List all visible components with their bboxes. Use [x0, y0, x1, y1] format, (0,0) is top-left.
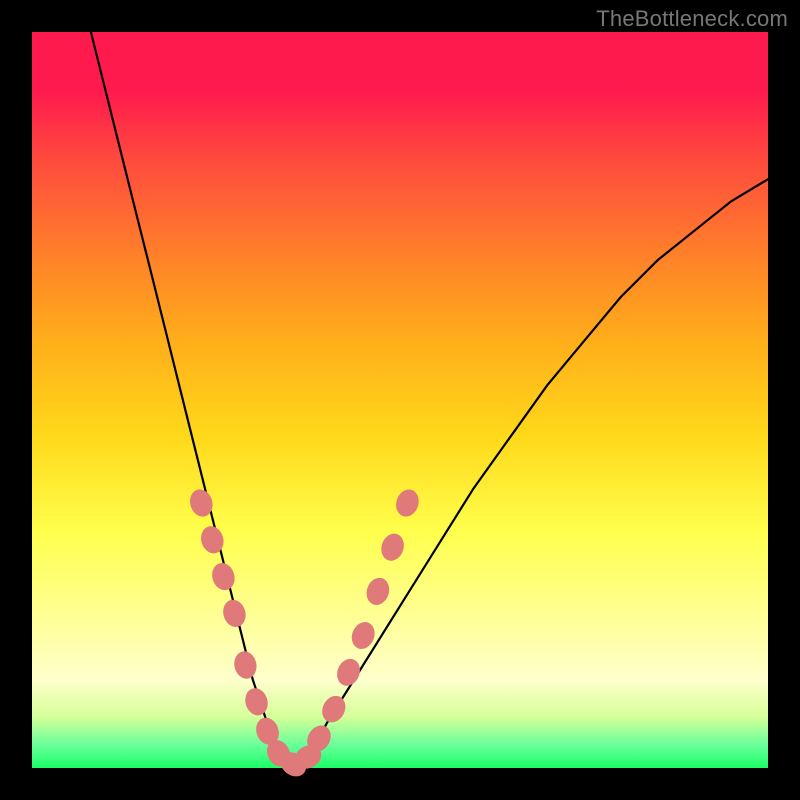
bead-point — [232, 649, 259, 681]
bead-point — [318, 692, 350, 727]
bead-point — [198, 523, 227, 556]
curve-group — [91, 32, 768, 768]
beads-group — [187, 486, 422, 781]
chart-stage: TheBottleneck.com — [0, 0, 800, 800]
bead-point — [242, 685, 271, 718]
bead-point — [220, 597, 249, 630]
bead-point — [333, 655, 364, 689]
bead-point — [209, 560, 238, 593]
bottleneck-curve-line — [91, 32, 768, 768]
watermark-text: TheBottleneck.com — [596, 6, 788, 32]
bead-point — [378, 531, 408, 564]
bead-point — [363, 575, 393, 608]
bead-point — [393, 486, 423, 519]
chart-svg — [32, 32, 768, 768]
